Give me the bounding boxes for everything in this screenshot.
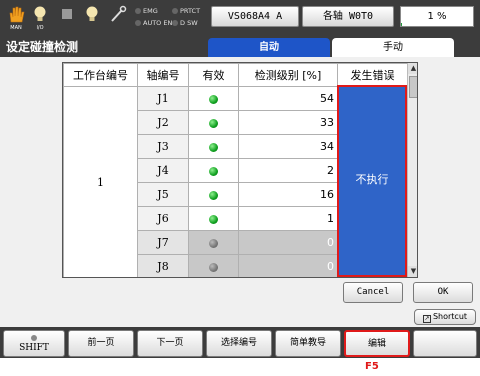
enabled-led-icon — [209, 118, 218, 128]
valid-cell[interactable] — [188, 158, 239, 183]
axis-cell[interactable]: J1 — [137, 86, 189, 111]
level-cell[interactable]: 0 — [238, 254, 338, 277]
level-cell[interactable]: 2 — [238, 158, 338, 183]
table-header-row: 工作台编号 轴编号 有效 检测级别 [%] 发生错误 — [63, 63, 408, 87]
valid-cell[interactable] — [188, 206, 239, 231]
ok-button[interactable]: OK — [413, 282, 473, 303]
disabled-led-icon — [209, 238, 218, 248]
station-number-cell[interactable]: 1 — [63, 86, 138, 277]
emg-indicator: EMG — [135, 7, 158, 15]
axis-cell[interactable]: J4 — [137, 158, 189, 183]
program-button[interactable]: VS068A4 A — [211, 6, 299, 27]
scroll-up-arrow-icon[interactable]: ▲ — [408, 63, 417, 74]
header-valid: 有效 — [188, 63, 239, 87]
speed-value: 1 % — [427, 11, 447, 22]
header-error: 发生错误 — [337, 63, 408, 87]
f5-edit-button[interactable]: 编辑 — [344, 330, 410, 357]
tool-icon — [108, 4, 128, 30]
valid-cell[interactable] — [188, 110, 239, 135]
tab-manual[interactable]: 手动 — [332, 38, 454, 57]
level-cell[interactable]: 1 — [238, 206, 338, 231]
stop-square-icon — [57, 4, 77, 30]
prtct-indicator: PRTCT — [172, 7, 200, 15]
f1-prev-page-button[interactable]: 前一页 — [68, 330, 134, 357]
io-caption: I/O — [36, 25, 44, 31]
enabled-led-icon — [209, 94, 218, 104]
valid-cell[interactable] — [188, 182, 239, 207]
shortcut-button[interactable]: ↗ Shortcut — [414, 309, 476, 325]
scroll-thumb[interactable] — [409, 76, 417, 98]
table-scrollbar[interactable]: ▲ ▼ — [407, 63, 417, 277]
error-action-cell[interactable]: 不执行 — [337, 85, 407, 277]
dsw-led-icon — [172, 20, 178, 26]
scroll-down-arrow-icon[interactable]: ▼ — [408, 266, 417, 277]
axis-mode-button[interactable]: 各轴 W0T0 — [302, 6, 394, 27]
hand-icon[interactable]: MAN — [6, 4, 26, 31]
prtct-led-icon — [172, 8, 178, 14]
speed-override-display[interactable]: 1 % — [400, 6, 474, 27]
level-cell[interactable]: 33 — [238, 110, 338, 135]
enabled-led-icon — [209, 142, 218, 152]
shortcut-arrow-icon: ↗ — [422, 315, 431, 323]
collision-table: 工作台编号 轴编号 有效 检测级别 [%] 发生错误 1 J1 54 J2 33 J3 34… — [62, 62, 418, 278]
f4-simple-teach-button[interactable]: 简单教导 — [275, 330, 341, 357]
axis-cell[interactable]: J5 — [137, 182, 189, 207]
header-station: 工作台编号 — [63, 63, 138, 87]
dsw-indicator: D SW — [172, 19, 198, 27]
lightbulb-io-icon[interactable]: I/O — [30, 4, 50, 31]
level-cell[interactable]: 34 — [238, 134, 338, 159]
disabled-led-icon — [209, 262, 218, 272]
f6-empty-button[interactable] — [413, 330, 477, 357]
valid-cell[interactable] — [188, 134, 239, 159]
level-cell[interactable]: 54 — [238, 86, 338, 111]
axis-cell[interactable]: J2 — [137, 110, 189, 135]
teach-pendant-screen: MAN I/O EMG PRTCT AUTO EN D SW VS068A4 A… — [0, 0, 480, 358]
emg-led-icon — [135, 8, 141, 14]
axis-cell[interactable]: J8 — [137, 254, 189, 277]
enabled-led-icon — [209, 166, 218, 176]
speed-level-bar — [401, 23, 402, 26]
f5-annotation-label: F5 — [365, 361, 379, 372]
f3-select-number-button[interactable]: 选择编号 — [206, 330, 272, 357]
valid-cell[interactable] — [188, 254, 239, 277]
level-cell[interactable]: 16 — [238, 182, 338, 207]
auto-en-indicator: AUTO EN — [135, 19, 172, 27]
shortcut-label: Shortcut — [432, 312, 468, 321]
cancel-button[interactable]: Cancel — [343, 282, 403, 303]
axis-cell[interactable]: J3 — [137, 134, 189, 159]
valid-cell[interactable] — [188, 86, 239, 111]
header-level: 检测级别 [%] — [238, 63, 338, 87]
page-title: 设定碰撞检测 — [6, 40, 79, 54]
enabled-led-icon — [209, 214, 218, 224]
status-bar: MAN I/O EMG PRTCT AUTO EN D SW VS068A4 A… — [0, 0, 480, 34]
f2-next-page-button[interactable]: 下一页 — [137, 330, 203, 357]
level-cell[interactable]: 0 — [238, 230, 338, 255]
lightbulb-icon — [82, 4, 102, 30]
axis-cell[interactable]: J7 — [137, 230, 189, 255]
auto-en-led-icon — [135, 20, 141, 26]
enabled-led-icon — [209, 190, 218, 200]
header-axis: 轴编号 — [137, 63, 189, 87]
shift-button[interactable]: SHIFT — [3, 330, 65, 357]
shift-led-icon — [31, 335, 37, 341]
tab-auto[interactable]: 自动 — [208, 38, 330, 57]
valid-cell[interactable] — [188, 230, 239, 255]
axis-cell[interactable]: J6 — [137, 206, 189, 231]
